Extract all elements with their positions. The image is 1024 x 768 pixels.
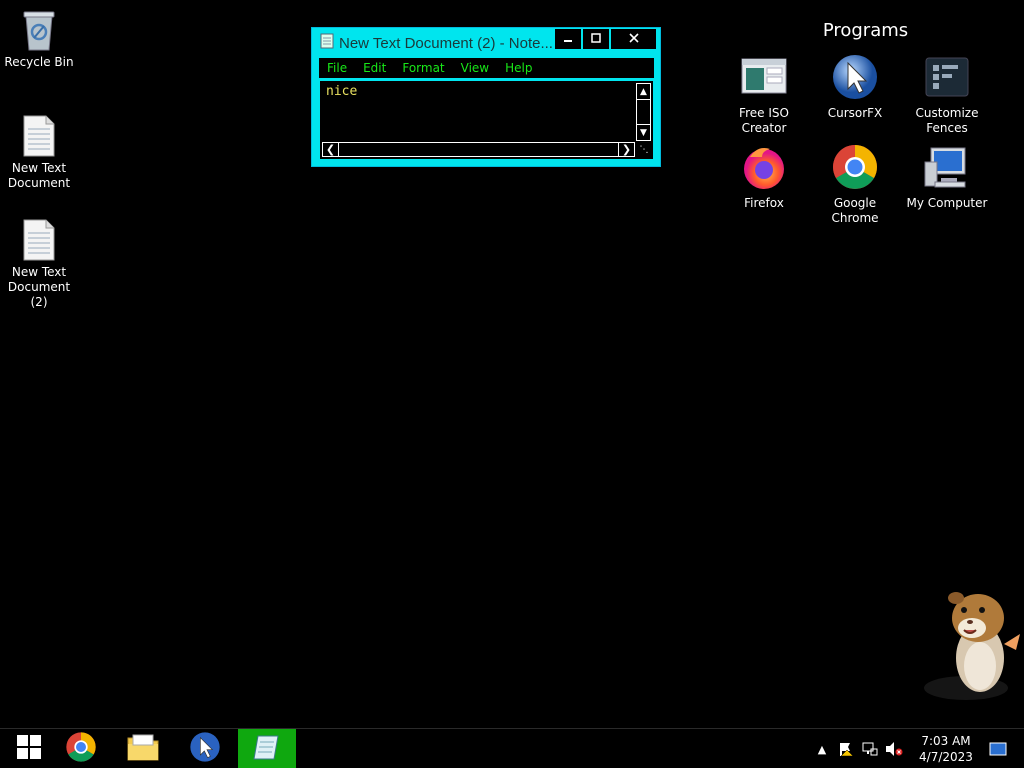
cursorfx-icon xyxy=(189,731,221,767)
taskbar-notepad[interactable] xyxy=(238,729,296,768)
clock-time: 7:03 AM xyxy=(921,734,971,748)
taskbar-chrome[interactable] xyxy=(52,729,110,768)
menu-edit[interactable]: Edit xyxy=(363,61,386,75)
action-center-warning-icon[interactable] xyxy=(834,729,858,768)
taskbar-file-explorer[interactable] xyxy=(114,729,172,768)
fence-item-label: Google Chrome xyxy=(831,196,879,225)
fence-item-cursorfx[interactable]: CursorFX xyxy=(810,52,900,121)
scroll-right-icon[interactable]: ❯ xyxy=(619,143,634,156)
notepad-icon xyxy=(252,732,282,766)
notifications-icon[interactable] xyxy=(986,729,1010,768)
fence-item-label: Firefox xyxy=(744,196,784,210)
window-title-bar[interactable]: New Text Document (2) - Note... xyxy=(320,32,560,54)
desktop-pet-hamster[interactable] xyxy=(920,588,1024,706)
firefox-icon xyxy=(739,142,789,192)
network-icon[interactable] xyxy=(858,729,882,768)
iso-creator-icon xyxy=(739,52,789,102)
chrome-icon xyxy=(830,142,880,192)
chrome-icon xyxy=(65,731,97,767)
desktop-icon-label: New Text Document (2) xyxy=(7,265,71,309)
system-tray: ▲ 7:03 AM 4/7/2023 xyxy=(810,729,1024,768)
text-document-icon xyxy=(19,114,59,158)
desktop-icon-new-text-document-2[interactable]: New Text Document (2) xyxy=(1,218,77,310)
show-hidden-icons-icon[interactable]: ▲ xyxy=(810,729,834,768)
desktop-icon-label: Recycle Bin xyxy=(4,55,74,69)
menu-view[interactable]: View xyxy=(461,61,489,75)
programs-fence: Programs Free ISO Creator CursorFX Custo… xyxy=(718,14,1008,230)
menu-format[interactable]: Format xyxy=(402,61,444,75)
fence-title: Programs xyxy=(822,20,909,41)
fence-item-my-computer[interactable]: My Computer xyxy=(902,142,992,211)
start-icon xyxy=(16,734,42,764)
taskbar-cursorfx[interactable] xyxy=(176,729,234,768)
menu-help[interactable]: Help xyxy=(505,61,532,75)
desktop-icon-new-text-document[interactable]: New Text Document xyxy=(1,114,77,191)
computer-icon xyxy=(922,142,972,192)
scroll-track[interactable] xyxy=(338,143,619,156)
window-title: New Text Document (2) - Note... xyxy=(339,34,553,52)
fence-item-free-iso-creator[interactable]: Free ISO Creator xyxy=(719,52,809,136)
fence-item-firefox[interactable]: Firefox xyxy=(719,142,809,211)
scroll-up-icon[interactable]: ▲ xyxy=(637,84,650,99)
notepad-icon xyxy=(320,33,334,53)
taskbar: ▲ 7:03 AM 4/7/2023 xyxy=(0,728,1024,768)
scroll-track[interactable] xyxy=(637,99,650,125)
taskbar-clock[interactable]: 7:03 AM 4/7/2023 xyxy=(906,733,986,765)
menu-bar: File Edit Format View Help xyxy=(319,58,654,78)
desktop-icon-recycle-bin[interactable]: Recycle Bin xyxy=(1,8,77,70)
desktop-icon-label: New Text Document xyxy=(7,161,71,190)
fence-item-label: Free ISO Creator xyxy=(739,106,789,135)
minimize-icon xyxy=(563,32,573,47)
editor-content[interactable]: nice xyxy=(326,84,357,99)
cursorfx-icon xyxy=(830,52,880,102)
text-document-icon xyxy=(19,218,59,262)
fences-icon xyxy=(922,52,972,102)
start-button[interactable] xyxy=(0,729,58,768)
resize-grip-icon[interactable]: ⋱ xyxy=(638,144,650,156)
horizontal-scrollbar[interactable]: ❮ ❯ xyxy=(322,142,635,157)
fence-item-google-chrome[interactable]: Google Chrome xyxy=(810,142,900,226)
scroll-down-icon[interactable]: ▼ xyxy=(637,125,650,140)
close-icon xyxy=(628,32,639,47)
show-desktop-button[interactable] xyxy=(1010,729,1024,768)
vertical-scrollbar[interactable]: ▲ ▼ xyxy=(636,83,651,141)
text-editor-area[interactable]: nice ▲ ▼ ❮ ❯ ⋱ xyxy=(319,80,654,160)
menu-file[interactable]: File xyxy=(327,61,347,75)
minimize-button[interactable] xyxy=(555,29,581,49)
fence-item-customize-fences[interactable]: Customize Fences xyxy=(902,52,992,136)
fence-item-label: My Computer xyxy=(906,196,988,210)
fence-item-label: Customize Fences xyxy=(915,106,979,135)
scroll-left-icon[interactable]: ❮ xyxy=(323,143,338,156)
fence-item-label: CursorFX xyxy=(827,106,883,120)
file-explorer-icon xyxy=(127,732,159,766)
recycle-bin-icon xyxy=(19,8,59,52)
maximize-button[interactable] xyxy=(583,29,609,49)
volume-muted-icon[interactable] xyxy=(882,729,906,768)
maximize-icon xyxy=(591,32,601,47)
close-button[interactable] xyxy=(611,29,656,49)
clock-date: 4/7/2023 xyxy=(919,750,973,764)
notepad-window[interactable]: New Text Document (2) - Note... File Edi… xyxy=(311,27,661,167)
